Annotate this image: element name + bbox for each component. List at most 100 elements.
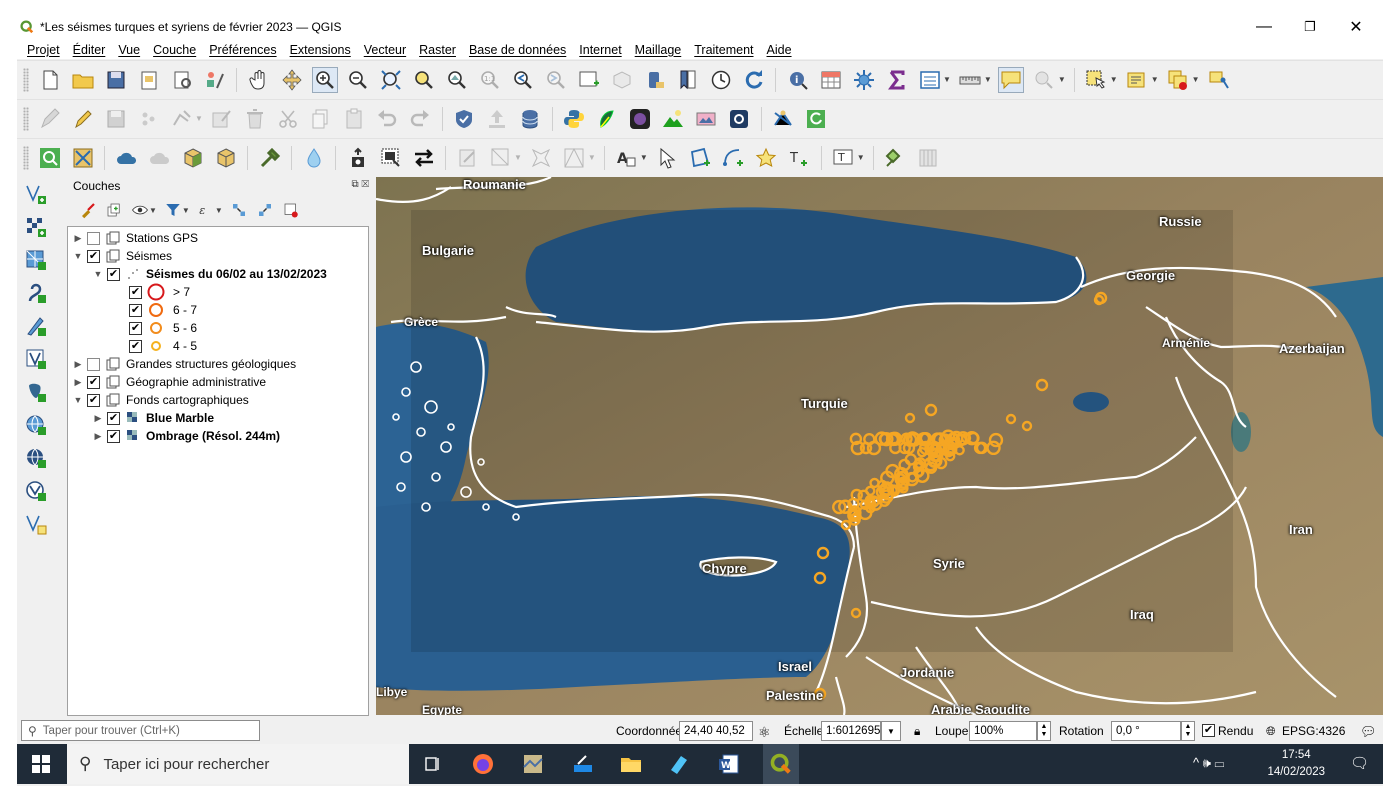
magnifier-field[interactable]: 100%	[969, 721, 1037, 741]
plugin-globe-icon[interactable]	[627, 106, 653, 132]
notifications-icon[interactable]: 🗨︎	[1350, 754, 1369, 772]
remove-layer-icon[interactable]	[281, 200, 301, 220]
delete-selected-icon[interactable]	[242, 106, 268, 132]
manage-visibility-eye-icon[interactable]	[130, 200, 150, 220]
open-folder-icon[interactable]	[70, 67, 96, 93]
add-delimited-text-icon[interactable]	[23, 280, 49, 306]
layer-visibility-checkbox[interactable]: ✔	[87, 375, 100, 389]
magnifier-spinner-icon[interactable]: ▲ ▼	[1037, 721, 1051, 741]
redo-icon[interactable]	[407, 106, 433, 132]
add-spatialite-icon[interactable]	[23, 346, 49, 372]
menu-maillage[interactable]: Maillage	[635, 43, 682, 57]
vertex-tool-icon[interactable]	[169, 106, 195, 132]
layer-grandes-structures[interactable]: ▶ Grandes structures géologiques	[72, 355, 297, 373]
refresh-plugin-icon[interactable]	[803, 106, 829, 132]
legend-class-checkbox[interactable]: ✔	[129, 303, 142, 317]
zoom-last-icon[interactable]	[510, 67, 536, 93]
style-manager-icon[interactable]	[202, 67, 228, 93]
chevron-down-icon[interactable]: ▼	[588, 153, 596, 162]
new-project-icon[interactable]	[37, 67, 63, 93]
layer-seismes-points[interactable]: ▼ ✔ Séismes du 06/02 au 13/02/2023	[92, 265, 327, 283]
triangle-icon[interactable]	[561, 145, 587, 171]
search-layer-icon[interactable]	[37, 145, 63, 171]
toggle-editing-icon[interactable]	[70, 106, 96, 132]
chevron-down-icon[interactable]: ▼	[943, 75, 951, 84]
temporal-controller-icon[interactable]	[642, 67, 668, 93]
legend-class-6-7[interactable]: ✔ 6 - 7	[126, 301, 197, 319]
menu-extensions[interactable]: Extensions	[290, 43, 351, 57]
save-edits-icon[interactable]	[103, 106, 129, 132]
python-console-icon[interactable]	[561, 106, 587, 132]
new-3d-map-view-icon[interactable]	[609, 67, 635, 93]
edit-geometry-icon[interactable]	[455, 145, 481, 171]
paste-features-icon[interactable]	[341, 106, 367, 132]
chevron-down-icon[interactable]: ▼	[1192, 75, 1200, 84]
network-analysis-icon[interactable]	[770, 106, 796, 132]
legend-class-4-5[interactable]: ✔ 4 - 5	[126, 337, 197, 355]
add-vector-layer-icon[interactable]	[23, 181, 49, 207]
collapse-arrow-icon[interactable]: ▼	[92, 269, 104, 279]
layer-visibility-checkbox[interactable]: ✔	[107, 411, 120, 425]
locator-search-input[interactable]: ⚲ Taper pour trouver (Ctrl+K)	[21, 720, 260, 741]
add-point-feature-icon[interactable]	[136, 106, 162, 132]
add-group-icon[interactable]	[104, 200, 124, 220]
word-icon[interactable]: W	[715, 750, 743, 778]
zoom-to-selection-icon[interactable]	[411, 67, 437, 93]
add-gps-icon[interactable]	[23, 313, 49, 339]
select-by-value-icon[interactable]	[1124, 67, 1150, 93]
chevron-down-icon[interactable]: ▼	[984, 75, 992, 84]
upload-icon[interactable]	[484, 106, 510, 132]
firefox-icon[interactable]	[469, 750, 497, 778]
chevron-down-icon[interactable]: ▼	[640, 153, 648, 162]
toolbar-grip[interactable]	[23, 106, 29, 131]
label-toolbar-icon[interactable]: A	[613, 145, 639, 171]
modify-attributes-icon[interactable]	[209, 106, 235, 132]
chevron-down-icon[interactable]: ▼	[182, 206, 190, 215]
minimize-button[interactable]: —	[1241, 14, 1287, 40]
plugin-book-icon[interactable]	[915, 145, 941, 171]
add-curve-icon[interactable]	[720, 145, 746, 171]
refresh-icon[interactable]	[741, 67, 767, 93]
layer-geographie-administrative[interactable]: ▶ ✔ Géographie administrative	[72, 373, 267, 391]
menu-internet[interactable]: Internet	[579, 43, 621, 57]
pan-hand-icon[interactable]	[246, 67, 272, 93]
chevron-down-icon[interactable]: ▼	[514, 153, 522, 162]
swap-arrows-icon[interactable]	[411, 145, 437, 171]
styling-brush-icon[interactable]	[78, 200, 98, 220]
crs-globe-icon[interactable]: 🌐︎	[1266, 724, 1276, 739]
quickmapservices-icon[interactable]	[594, 106, 620, 132]
panel-float-close-icon[interactable]: ⧉ ☒	[352, 179, 369, 190]
menu-vue[interactable]: Vue	[118, 43, 140, 57]
zoom-native-resolution-icon[interactable]: 1:1	[477, 67, 503, 93]
pan-to-selection-icon[interactable]	[279, 67, 305, 93]
add-mesh-layer-icon[interactable]	[23, 247, 49, 273]
add-wfs-icon[interactable]	[23, 445, 49, 471]
zoom-in-icon[interactable]	[311, 66, 338, 93]
layer-visibility-checkbox[interactable]: ✔	[87, 249, 100, 263]
restore-button[interactable]: ❐	[1287, 14, 1333, 40]
expand-arrow-icon[interactable]: ▶	[92, 413, 104, 424]
layer-fonds-cartographiques[interactable]: ▼ ✔ Fonds cartographiques	[72, 391, 249, 409]
screenshot-plugin-icon[interactable]	[726, 106, 752, 132]
zoom-next-icon[interactable]	[543, 67, 569, 93]
layer-ombrage[interactable]: ▶ ✔ Ombrage (Résol. 244m)	[92, 427, 281, 445]
expand-arrow-icon[interactable]: ▶	[92, 431, 104, 442]
raster-terrain-icon[interactable]	[660, 106, 686, 132]
hydro-drop-icon[interactable]	[301, 145, 327, 171]
select-features-icon[interactable]	[1083, 67, 1109, 93]
clock-icon[interactable]	[708, 67, 734, 93]
chevron-down-icon[interactable]: ▼	[1110, 75, 1118, 84]
bookmark-icon[interactable]	[675, 67, 701, 93]
menu-raster[interactable]: Raster	[419, 43, 456, 57]
menu-editer[interactable]: Éditer	[73, 43, 106, 57]
scale-field[interactable]: 1:6012695	[821, 721, 881, 741]
expand-arrow-icon[interactable]: ▶	[72, 233, 84, 244]
menu-aide[interactable]: Aide	[767, 43, 792, 57]
qgis-taskbar-icon[interactable]	[763, 744, 799, 784]
chevron-down-icon[interactable]: ▼	[1151, 75, 1159, 84]
map-app-icon[interactable]	[519, 750, 547, 778]
add-wms-icon[interactable]	[23, 412, 49, 438]
coordinate-toggle-icon[interactable]: ⚛	[758, 724, 771, 741]
add-raster-layer-icon[interactable]	[23, 214, 49, 240]
expand-arrow-icon[interactable]: ▶	[72, 377, 84, 388]
